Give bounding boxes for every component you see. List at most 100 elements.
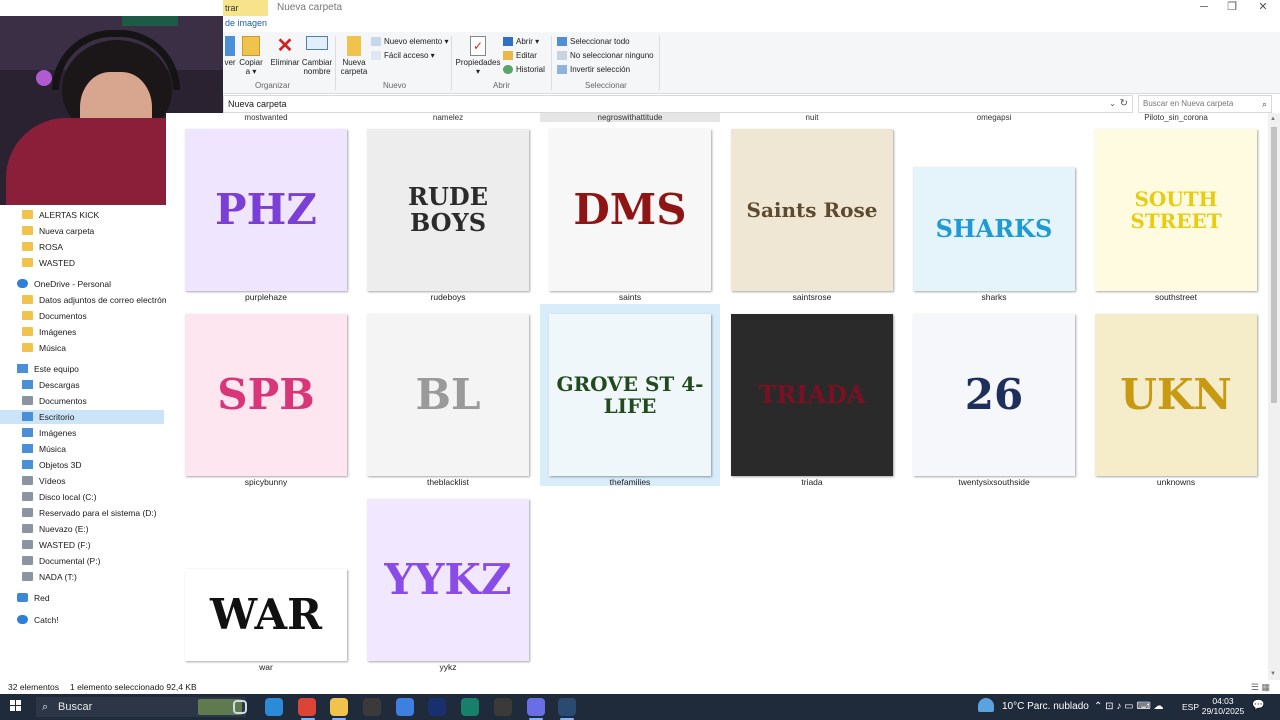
nav-item-catch[interactable]: Catch! [17, 613, 59, 627]
nav-item-nueva-carpeta[interactable]: Nueva carpeta [22, 224, 94, 238]
file-item[interactable]: YYKZ yykz [358, 489, 538, 672]
file-item[interactable]: WAR war [176, 489, 356, 672]
ribbon-tab-image[interactable]: de imagen [223, 16, 267, 32]
history-button[interactable]: Historial [503, 63, 545, 76]
vertical-scrollbar[interactable]: ▲ ▼ [1268, 113, 1280, 680]
nav-item-rosa[interactable]: ROSA [22, 240, 63, 254]
folder-icon [22, 343, 33, 352]
nav-item-documentos-od[interactable]: Documentos [22, 309, 87, 323]
file-item[interactable]: GROVE ST 4-LIFE thefamilies [540, 304, 720, 487]
nav-item-disco-p[interactable]: Documental (P:) [22, 554, 100, 568]
nav-item-musica[interactable]: Música [22, 442, 66, 456]
nav-label: Descargas [39, 380, 80, 390]
select-all-button[interactable]: Seleccionar todo [557, 35, 630, 48]
app-v-icon[interactable] [461, 698, 479, 716]
nav-item-onedrive[interactable]: OneDrive - Personal [17, 277, 111, 291]
maximize-button[interactable]: ❐ [1216, 0, 1248, 16]
nav-item-musica-od[interactable]: Música [22, 341, 66, 355]
file-name: twentysixsouthside [958, 477, 1030, 487]
file-item[interactable]: TRIADA triada [722, 304, 902, 487]
file-name: yykz [439, 662, 457, 672]
edit-button[interactable]: Editar [503, 49, 537, 62]
address-bar[interactable]: Nueva carpeta ⌄ ↻ [223, 95, 1133, 113]
scrollbar-thumb[interactable] [1271, 127, 1277, 403]
edge-icon[interactable] [265, 698, 283, 716]
file-item[interactable]: SOUTH STREET southstreet [1086, 119, 1266, 302]
open-icon [503, 37, 513, 47]
nav-item-alertas-kick[interactable]: ALERTAS KICK [22, 208, 99, 222]
windows-start-icon[interactable] [10, 700, 22, 712]
easy-access-button[interactable]: Fácil acceso ▾ [371, 49, 435, 62]
open-button[interactable]: Abrir ▾ [503, 35, 539, 48]
view-toggle-icons[interactable]: ☰ ▦ [1251, 680, 1270, 694]
steam-icon[interactable] [558, 698, 576, 716]
clock[interactable]: 04:03 29/10/2025 [1201, 696, 1245, 716]
invert-selection-button[interactable]: Invertir selección [557, 63, 630, 76]
nav-item-wasted[interactable]: WASTED [22, 256, 75, 270]
rename-button[interactable]: Cambiar nombre [301, 36, 333, 76]
new-folder-button[interactable]: Nueva carpeta [339, 36, 369, 76]
file-item[interactable]: SHARKS sharks [904, 119, 1084, 302]
weather-widget[interactable]: 10°C Parc. nublado [978, 697, 1089, 717]
new-item-button[interactable]: Nuevo elemento ▾ [371, 35, 449, 48]
file-item[interactable]: DMS saints [540, 119, 720, 302]
nav-item-disco-f[interactable]: WASTED (F:) [22, 538, 91, 552]
nav-item-objetos-3d[interactable]: Objetos 3D [22, 458, 82, 472]
file-item[interactable]: RUDE BOYS rudeboys [358, 119, 538, 302]
app-blue-icon[interactable] [396, 698, 414, 716]
folder-icon [22, 258, 33, 267]
nav-item-descargas[interactable]: Descargas [22, 378, 80, 392]
scroll-up-icon[interactable]: ▲ [1270, 116, 1276, 122]
nav-item-este-equipo[interactable]: Este equipo [17, 362, 79, 376]
file-item[interactable]: PHZ purplehaze [176, 119, 356, 302]
taskbar-search[interactable]: ⌕ Buscar [36, 697, 246, 717]
properties-button[interactable]: ✓ Propiedades ▾ [455, 36, 501, 76]
system-tray-icons[interactable]: ⌃ ⊡ ♪ ▭ ⌨ ☁ [1094, 697, 1164, 717]
search-icon[interactable]: ⌕ [1262, 96, 1267, 112]
invert-selection-label: Invertir selección [570, 65, 631, 74]
context-tab-label[interactable]: trar [223, 0, 268, 16]
obs-icon[interactable] [363, 698, 381, 716]
drive-icon [22, 556, 33, 565]
scroll-down-icon[interactable]: ▼ [1270, 671, 1276, 677]
task-view-icon[interactable] [233, 700, 247, 714]
notification-icon[interactable]: 💬 [1252, 700, 1264, 711]
app-c-icon[interactable] [494, 698, 512, 716]
file-explorer-icon[interactable] [330, 698, 348, 716]
nav-item-disco-d[interactable]: Reservado para el sistema (D:) [22, 506, 157, 520]
computer-icon [17, 364, 28, 373]
delete-button[interactable]: ✕ Eliminar [267, 36, 303, 67]
copy-to-button[interactable]: Copiar a ▾ [239, 36, 263, 76]
refresh-icon[interactable]: ↻ [1120, 96, 1128, 112]
copy-label: Copiar [239, 58, 263, 67]
close-button[interactable]: ✕ [1247, 0, 1279, 16]
nav-item-disco-c[interactable]: Disco local (C:) [22, 490, 97, 504]
nav-item-imagenes-od[interactable]: Imágenes [22, 325, 76, 339]
drive-icon [22, 508, 33, 517]
file-item[interactable]: Saints Rose saintsrose [722, 119, 902, 302]
file-item[interactable]: BL theblacklist [358, 304, 538, 487]
nav-item-escritorio[interactable]: Escritorio [0, 410, 164, 424]
nav-item-disco-e[interactable]: Nuevazo (E:) [22, 522, 89, 536]
folder-icon [22, 226, 33, 235]
discord-icon[interactable] [527, 698, 545, 716]
language-indicator[interactable]: ESP [1182, 697, 1199, 717]
chevron-down-icon[interactable]: ⌄ [1109, 96, 1116, 112]
move-to-button[interactable]: ver [223, 36, 237, 67]
nav-item-datos-adjuntos[interactable]: Datos adjuntos de correo electrónico [22, 293, 177, 307]
thumbnail-logo-text: UKN [1120, 369, 1232, 419]
file-item[interactable]: 26 twentysixsouthside [904, 304, 1084, 487]
search-input[interactable]: Buscar en Nueva carpeta ⌕ [1138, 95, 1272, 113]
nav-item-documentos[interactable]: Documentos [22, 394, 87, 408]
file-item[interactable]: SPB spicybunny [176, 304, 356, 487]
address-path[interactable]: Nueva carpeta [228, 99, 287, 109]
nav-item-imagenes[interactable]: Imágenes [22, 426, 76, 440]
chrome-icon[interactable] [298, 698, 316, 716]
file-thumbnail: TRIADA [731, 314, 893, 476]
select-none-button[interactable]: No seleccionar ninguno [557, 49, 654, 62]
photoshop-icon[interactable] [428, 698, 446, 716]
nav-item-disco-t[interactable]: NADA (T:) [22, 570, 77, 584]
nav-item-videos[interactable]: Vídeos [22, 474, 65, 488]
file-item[interactable]: UKN unknowns [1086, 304, 1266, 487]
nav-item-red[interactable]: Red [17, 591, 50, 605]
